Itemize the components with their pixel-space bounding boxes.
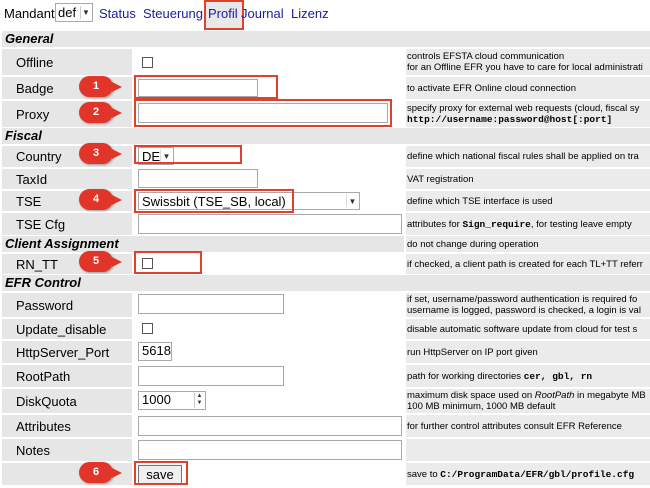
nav-link-journal[interactable]: Journal (241, 6, 284, 21)
callout-2: 2 (79, 102, 122, 123)
row-update-disable: Update_disable disable automatic softwar… (2, 319, 650, 339)
attributes-description: for further control attributes consult E… (406, 415, 650, 437)
rootpath-label: RootPath (2, 365, 132, 387)
chevron-down-icon: ▼ (346, 194, 358, 208)
offline-description: controls EFSTA cloud communication for a… (406, 49, 650, 75)
attributes-label: Attributes (2, 415, 132, 437)
diskquota-desc-pre: maximum disk space used on (407, 390, 535, 401)
proxy-desc-line1: specify proxy for external web requests … (407, 103, 640, 114)
highlight-box-rn-tt (134, 251, 202, 274)
diskquota-description: maximum disk space used on RootPath in m… (406, 389, 650, 413)
row-rootpath: RootPath path for working directories ce… (2, 365, 650, 387)
taxid-input[interactable] (138, 169, 258, 188)
callout-6: 6 (79, 462, 122, 483)
row-password: Password if set, username/password authe… (2, 293, 650, 317)
chevron-down-icon: ▼ (80, 6, 91, 19)
nav-link-status[interactable]: Status (99, 6, 136, 21)
offline-checkbox[interactable] (142, 57, 153, 68)
notes-description (406, 439, 650, 461)
badge-description: to activate EFR Online cloud connection (406, 77, 650, 99)
row-notes: Notes (2, 439, 650, 461)
section-client-assignment: Client Assignment (2, 236, 404, 252)
section-efr-control: EFR Control (2, 275, 650, 291)
highlight-box-badge (134, 75, 278, 99)
highlight-box-proxy (134, 99, 392, 127)
diskquota-value: 1000 (142, 392, 171, 407)
update-disable-description: disable automatic software update from c… (406, 319, 650, 339)
password-desc-line2: username is logged, password is checked,… (407, 305, 641, 316)
callout-4: 4 (79, 189, 122, 210)
tse-description: define which TSE interface is used (406, 191, 650, 211)
rn-tt-description: if checked, a client path is created for… (406, 254, 650, 274)
taxid-description: VAT registration (406, 169, 650, 189)
diskquota-desc-italic: RootPath (534, 390, 575, 401)
notes-label: Notes (2, 439, 132, 461)
row-diskquota: DiskQuota 1000 ▲ ▼ maximum disk space use… (2, 389, 650, 413)
offline-desc-line2: for an Offline EFR you have to care for … (407, 62, 643, 73)
offline-label: Offline (2, 49, 132, 75)
mandant-value: def (58, 5, 77, 20)
notes-input[interactable] (138, 440, 402, 460)
row-attributes: Attributes for further control attribute… (2, 415, 650, 437)
row-offline: Offline controls EFSTA cloud communicati… (2, 49, 650, 75)
httpserver-port-label: HttpServer_Port (2, 341, 132, 363)
diskquota-desc-post: in megabyte MB (574, 390, 646, 401)
tse-cfg-desc-pre: attributes for (407, 218, 463, 230)
nav-link-lizenz[interactable]: Lizenz (291, 6, 329, 21)
rootpath-desc-pre: path for working directories (407, 370, 524, 382)
tse-cfg-label: TSE Cfg (2, 213, 132, 235)
diskquota-input[interactable]: 1000 ▲ ▼ (138, 391, 206, 410)
top-navigation-bar: Mandant def ▼ Status Steuerung Profil Jo… (0, 0, 650, 30)
password-label: Password (2, 293, 132, 317)
password-desc-line1: if set, username/password authentication… (407, 294, 638, 305)
update-disable-label: Update_disable (2, 319, 132, 339)
mandant-select[interactable]: def ▼ (55, 3, 93, 22)
tse-cfg-desc-post: , for testing leave empty (530, 218, 632, 230)
rootpath-description: path for working directories cer, gbl, r… (406, 365, 650, 387)
spinner-arrows-icon[interactable]: ▲ ▼ (194, 393, 204, 408)
httpserver-port-input[interactable]: 5618 (138, 342, 172, 361)
rootpath-desc-mono: cer, gbl, rn (523, 370, 593, 382)
highlight-box-save (134, 461, 188, 485)
tse-cfg-input[interactable] (138, 214, 402, 234)
password-description: if set, username/password authentication… (406, 293, 650, 317)
highlight-box-tse (134, 189, 294, 213)
diskquota-desc-line2: 100 MB minimum, 1000 MB default (407, 401, 556, 412)
section-general: General (2, 31, 650, 47)
nav-link-steuerung[interactable]: Steuerung (143, 6, 203, 21)
nav-link-profil[interactable]: Profil (208, 6, 238, 21)
rootpath-input[interactable] (138, 366, 284, 386)
httpserver-port-description: run HttpServer on IP port given (406, 341, 650, 363)
password-input[interactable] (138, 294, 284, 314)
row-tse-cfg: TSE Cfg attributes for Sign_require, for… (2, 213, 650, 235)
save-desc-pre: save to (407, 468, 441, 480)
country-description: define which national fiscal rules shall… (406, 146, 650, 167)
taxid-label: TaxId (2, 169, 132, 189)
save-desc-path: C:/ProgramData/EFR/gbl/profile.cfg (440, 468, 635, 480)
row-httpserver-port: HttpServer_Port 5618 run HttpServer on I… (2, 341, 650, 363)
attributes-input[interactable] (138, 416, 402, 436)
proxy-desc-line2: http://username:password@host[:port] (407, 114, 613, 125)
highlight-box-country (134, 145, 242, 164)
client-assignment-description: do not change during operation (406, 236, 650, 252)
offline-desc-line1: controls EFSTA cloud communication (407, 51, 565, 62)
tse-cfg-desc-mono: Sign_require (462, 218, 531, 230)
section-fiscal: Fiscal (2, 128, 650, 144)
save-description: save to C:/ProgramData/EFR/gbl/profile.c… (406, 463, 650, 485)
row-taxid: TaxId VAT registration (2, 169, 650, 189)
callout-3: 3 (79, 143, 122, 164)
callout-1: 1 (79, 76, 122, 97)
row-client-assignment: Client Assignment do not change during o… (2, 236, 650, 252)
tse-cfg-description: attributes for Sign_require, for testing… (406, 213, 650, 235)
proxy-description: specify proxy for external web requests … (406, 101, 650, 127)
diskquota-label: DiskQuota (2, 389, 132, 413)
callout-5: 5 (79, 251, 122, 272)
update-disable-checkbox[interactable] (142, 323, 153, 334)
mandant-label: Mandant (4, 6, 55, 21)
